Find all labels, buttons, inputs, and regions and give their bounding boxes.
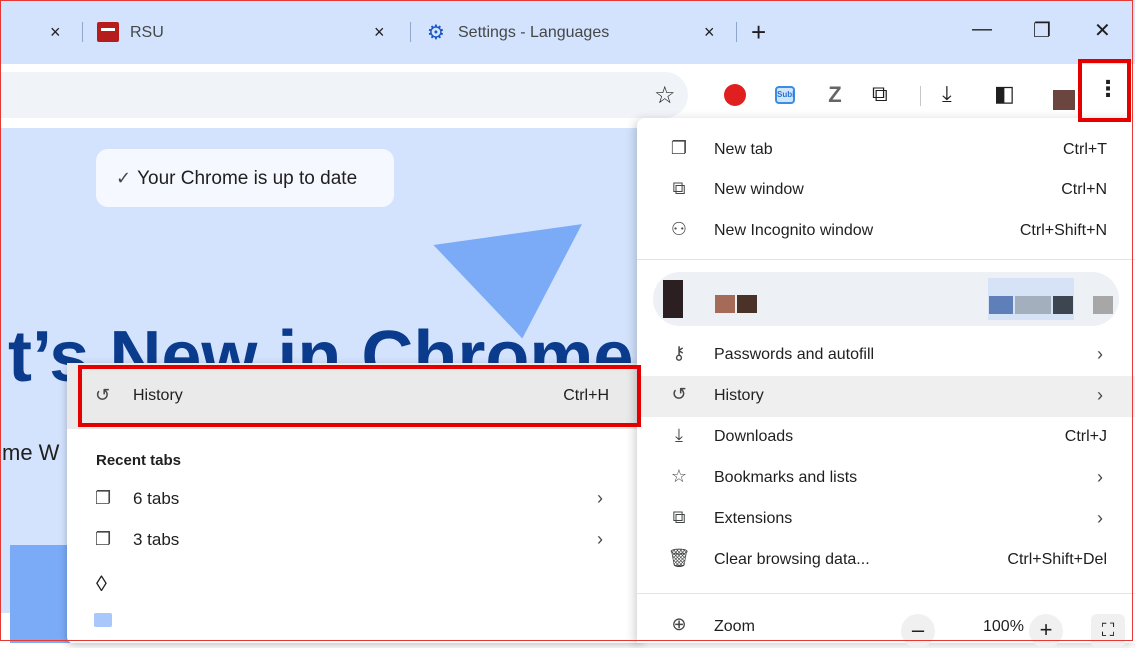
tab-strip: × RSU × ⚙ Settings - Languages × + — ❐ ✕ — [0, 0, 1135, 64]
page-subtitle: me W — [2, 440, 60, 465]
folder-icon[interactable] — [94, 613, 112, 627]
menu-item-shortcut: Ctrl+T — [1063, 141, 1107, 158]
profile-row[interactable] — [653, 272, 1119, 326]
toolbar-separator — [920, 86, 921, 106]
chevron-right-icon: › — [1097, 508, 1103, 528]
tab-separator — [736, 22, 737, 42]
menu-item-downloads[interactable]: ⤓ Downloads Ctrl+J — [637, 417, 1135, 458]
z-extension-icon[interactable]: Z — [824, 84, 846, 106]
profile-email-redacted — [1093, 296, 1113, 314]
recent-tab-group[interactable]: ❐ 6 tabs › — [67, 479, 643, 519]
decorative-block — [10, 545, 70, 643]
subi-extension-icon[interactable]: Subi — [775, 86, 795, 104]
key-icon: ⚷ — [672, 343, 686, 363]
zoom-level: 100% — [983, 618, 1024, 635]
tab-icon: ❐ — [95, 529, 112, 549]
new-tab-button[interactable]: + — [751, 17, 766, 48]
menu-item-clear-data[interactable]: 🗑 Clear browsing data... Ctrl+Shift+Del — [637, 540, 1135, 581]
menu-kebab-icon[interactable]: ⋮ — [1097, 74, 1119, 104]
menu-item-label: New tab — [714, 141, 773, 158]
address-bar[interactable] — [0, 72, 688, 118]
menu-item-shortcut: Ctrl+N — [1061, 181, 1107, 198]
drop-icon[interactable]: ◊ — [96, 571, 107, 597]
chevron-right-icon: › — [1097, 467, 1103, 487]
extensions-puzzle-icon[interactable]: ⧉ — [872, 81, 888, 107]
puzzle-icon: ⧉ — [672, 507, 686, 527]
tab-separator — [82, 22, 83, 42]
menu-item-label: New Incognito window — [714, 222, 874, 239]
side-panel-icon[interactable]: ◧ — [994, 81, 1015, 107]
bookmark-star-icon[interactable]: ☆ — [654, 81, 676, 110]
tab-separator — [410, 22, 411, 42]
star-icon: ☆ — [670, 466, 688, 486]
chrome-main-menu: ❐ New tab Ctrl+T ⧉ New window Ctrl+N ⚇ N… — [637, 118, 1135, 648]
incognito-icon: ⚇ — [670, 219, 688, 239]
menu-item-label: Passwords and autofill — [714, 346, 875, 363]
minimize-button[interactable]: — — [972, 18, 992, 41]
history-icon: ↺ — [671, 384, 687, 404]
tab-close-icon[interactable]: × — [50, 22, 61, 43]
menu-item-label: History — [714, 387, 764, 404]
recent-tab-group[interactable]: ❐ 3 tabs › — [67, 520, 643, 560]
update-status-text: Your Chrome is up to date — [137, 168, 358, 189]
profile-email-redacted — [989, 296, 1013, 314]
check-icon: ✓ — [116, 168, 132, 188]
recent-tabs-heading: Recent tabs — [96, 452, 182, 469]
recent-tab-label: 6 tabs — [133, 489, 180, 508]
tab-settings-title[interactable]: Settings - Languages — [458, 24, 609, 42]
menu-item-label: Extensions — [714, 510, 793, 527]
menu-item-shortcut: Ctrl+J — [1064, 428, 1107, 445]
profile-name-redacted — [715, 295, 735, 313]
menu-item-extensions[interactable]: ⧉ Extensions › — [637, 499, 1135, 540]
menu-item-new-tab[interactable]: ❐ New tab Ctrl+T — [637, 130, 1135, 171]
menu-divider — [637, 593, 1135, 594]
restore-button[interactable]: ❐ — [1033, 18, 1051, 43]
chevron-right-icon: › — [1097, 385, 1103, 405]
trash-icon: 🗑 — [667, 548, 691, 568]
tab-close-icon[interactable]: × — [704, 22, 715, 43]
tab-icon: ❐ — [95, 488, 112, 508]
chevron-right-icon: › — [597, 529, 603, 549]
recent-tab-label: 3 tabs — [133, 530, 180, 549]
update-status-toast: ✓ Your Chrome is up to date — [96, 149, 394, 207]
chevron-right-icon: › — [1097, 344, 1103, 364]
tab-rsu-title[interactable]: RSU — [130, 24, 164, 42]
window-icon: ⧉ — [672, 178, 686, 198]
profile-email-redacted — [1015, 296, 1051, 314]
menu-item-shortcut: Ctrl+Shift+Del — [1007, 551, 1107, 568]
submenu-history-highlight — [78, 365, 641, 427]
download-icon: ⤓ — [675, 425, 683, 445]
menu-item-bookmarks[interactable]: ☆ Bookmarks and lists › — [637, 458, 1135, 499]
menu-item-label: Downloads — [714, 428, 794, 445]
gear-icon: ⚙ — [427, 22, 445, 44]
menu-item-label: Clear browsing data... — [714, 551, 870, 568]
menu-item-new-window[interactable]: ⧉ New window Ctrl+N — [637, 170, 1135, 211]
menu-item-label: New window — [714, 181, 804, 198]
menu-item-shortcut: Ctrl+Shift+N — [1019, 222, 1107, 239]
download-icon[interactable]: ⤓ — [942, 81, 952, 107]
menu-item-zoom: ⊕ Zoom – 100% + ⛶ — [637, 604, 1135, 648]
avatar[interactable] — [1053, 90, 1075, 110]
zoom-icon: ⊕ — [671, 614, 687, 634]
menu-item-label: Bookmarks and lists — [714, 469, 858, 486]
adblock-extension-icon[interactable] — [724, 84, 746, 106]
menu-divider — [637, 259, 1135, 260]
profile-name-redacted — [737, 295, 757, 313]
rsu-favicon-icon — [97, 22, 119, 42]
tab-close-icon[interactable]: × — [374, 22, 385, 43]
menu-item-label: Zoom — [714, 618, 755, 635]
avatar — [663, 280, 683, 318]
close-window-button[interactable]: ✕ — [1094, 18, 1111, 43]
menu-item-passwords[interactable]: ⚷ Passwords and autofill › — [637, 335, 1135, 376]
tab-icon: ❐ — [670, 138, 688, 158]
menu-item-new-incognito[interactable]: ⚇ New Incognito window Ctrl+Shift+N — [637, 211, 1135, 252]
menu-item-history[interactable]: ↺ History › — [637, 376, 1135, 417]
chevron-right-icon: › — [597, 488, 603, 508]
profile-email-redacted — [1053, 296, 1073, 314]
